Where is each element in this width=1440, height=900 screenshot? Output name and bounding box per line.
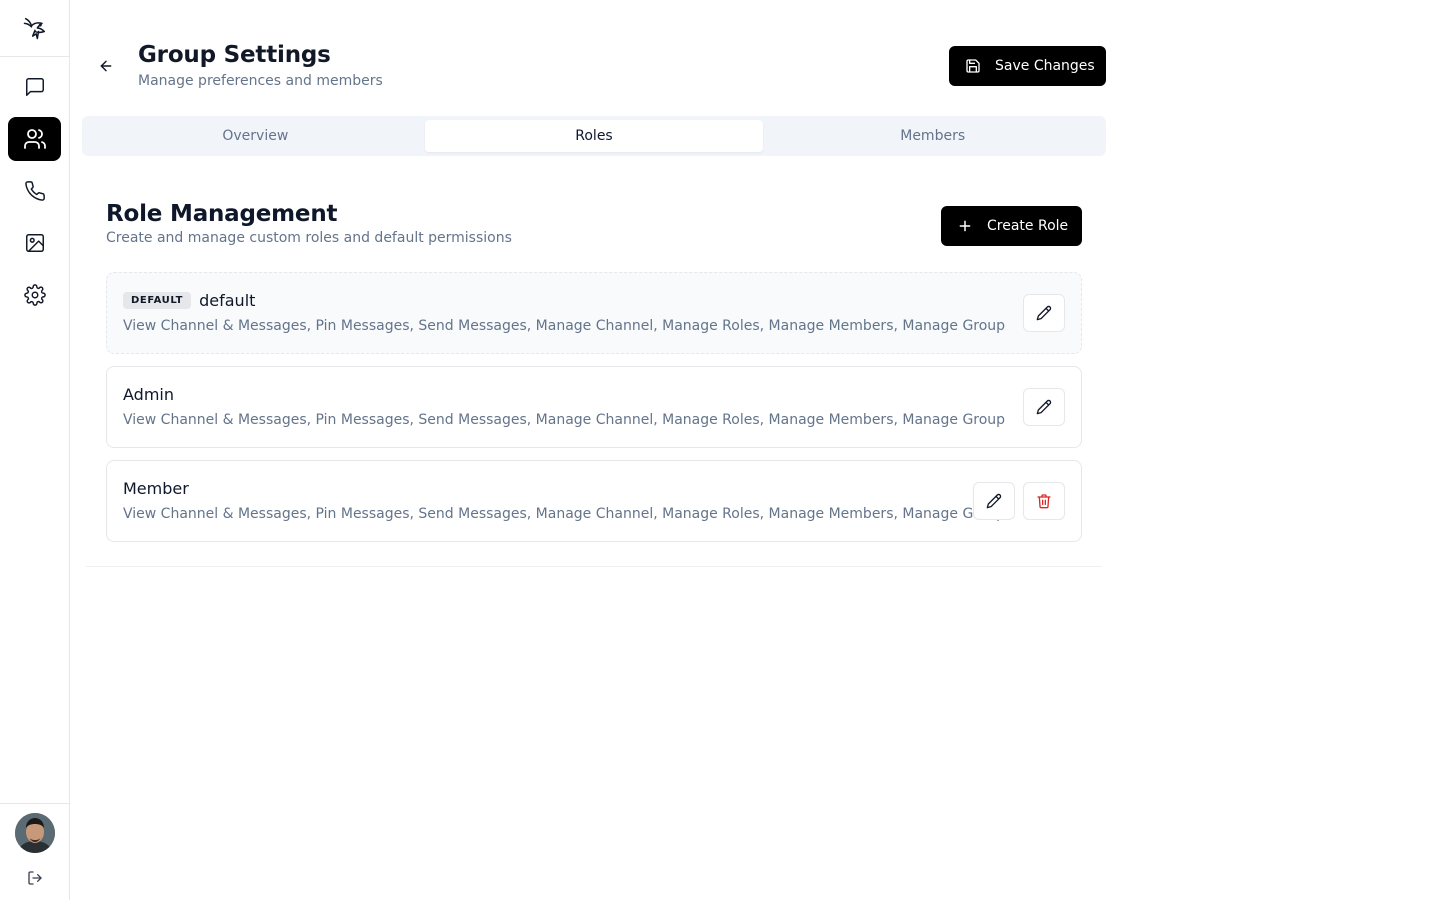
sidebar-item-chats[interactable]: [8, 65, 61, 109]
save-changes-button[interactable]: Save Changes: [949, 46, 1106, 86]
avatar[interactable]: [15, 813, 55, 853]
hummingbird-logo-icon: [23, 17, 45, 40]
delete-role-button[interactable]: [1023, 482, 1065, 520]
tab-overview[interactable]: Overview: [86, 120, 425, 152]
sidebar-item-media[interactable]: [8, 221, 61, 265]
section-subtitle: Create and manage custom roles and defau…: [106, 230, 512, 246]
page-title: Group Settings: [138, 42, 331, 68]
sidebar-item-groups[interactable]: [8, 117, 61, 161]
save-icon: [966, 59, 980, 73]
edit-role-button[interactable]: [1023, 294, 1065, 332]
section-divider: [86, 566, 1102, 567]
arrow-left-icon: [100, 60, 112, 72]
role-permissions: View Channel & Messages, Pin Messages, S…: [123, 412, 1006, 428]
image-icon: [25, 234, 44, 252]
role-permissions: View Channel & Messages, Pin Messages, S…: [123, 506, 1006, 522]
edit-role-button[interactable]: [973, 482, 1015, 520]
user-avatar-image: [15, 813, 55, 853]
role-name: Admin: [123, 385, 174, 404]
back-button[interactable]: [94, 54, 118, 78]
role-card-member: Member View Channel & Messages, Pin Mess…: [106, 460, 1082, 542]
sidebar-item-settings[interactable]: [8, 273, 61, 317]
tab-bar: Overview Roles Members: [82, 116, 1106, 156]
save-changes-label: Save Changes: [995, 58, 1095, 74]
create-role-label: Create Role: [987, 218, 1069, 234]
plus-icon: [959, 220, 971, 232]
sidebar-item-calls[interactable]: [8, 169, 61, 213]
role-card-admin: Admin View Channel & Messages, Pin Messa…: [106, 366, 1082, 448]
sidebar-footer: [0, 803, 69, 900]
edit-role-button[interactable]: [1023, 388, 1065, 426]
role-card-default: DEFAULT default View Channel & Messages,…: [106, 272, 1082, 354]
logout-icon: [28, 871, 42, 885]
role-permissions: View Channel & Messages, Pin Messages, S…: [123, 318, 1006, 334]
create-role-button[interactable]: Create Role: [941, 206, 1082, 246]
role-header: DEFAULT default: [123, 291, 255, 310]
role-header: Member: [123, 479, 189, 498]
gear-icon: [23, 284, 46, 306]
page-subtitle: Manage preferences and members: [138, 73, 383, 89]
default-badge: DEFAULT: [123, 292, 192, 309]
app-logo[interactable]: [0, 0, 69, 57]
pencil-icon: [1036, 305, 1052, 321]
role-name: Member: [123, 479, 189, 498]
phone-icon: [24, 181, 45, 201]
message-square-icon: [25, 78, 44, 96]
role-name: default: [199, 291, 256, 310]
tab-members[interactable]: Members: [763, 120, 1102, 152]
trash-icon: [1037, 494, 1051, 509]
logout-button[interactable]: [25, 868, 45, 888]
pencil-icon: [1036, 399, 1052, 415]
users-icon: [23, 129, 46, 149]
tab-roles[interactable]: Roles: [424, 120, 764, 152]
section-title: Role Management: [106, 201, 338, 227]
role-header: Admin: [123, 385, 174, 404]
sidebar: [0, 0, 70, 900]
pencil-icon: [986, 493, 1002, 509]
